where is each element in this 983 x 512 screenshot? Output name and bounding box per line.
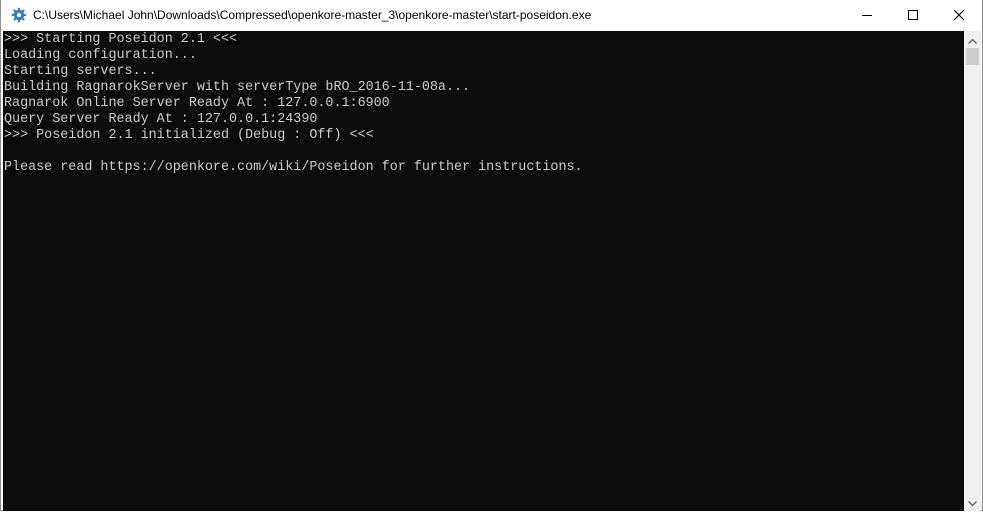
minimize-icon [862, 10, 872, 20]
window-title: C:\Users\Michael John\Downloads\Compress… [33, 8, 592, 22]
console-line: Loading configuration... [4, 48, 197, 63]
scroll-up-button[interactable] [964, 31, 981, 48]
gear-icon[interactable] [11, 7, 27, 23]
console-line: Query Server Ready At : 127.0.0.1:24390 [4, 112, 318, 127]
console-line: >>> Poseidon 2.1 initialized (Debug : Of… [4, 128, 374, 143]
console-line: Ragnarok Online Server Ready At : 127.0.… [4, 96, 390, 111]
close-icon [954, 10, 964, 20]
console-line: >>> Starting Poseidon 2.1 <<< [4, 32, 238, 47]
title-bar[interactable]: C:\Users\Michael John\Downloads\Compress… [1, 0, 982, 30]
console-line: Please read https://openkore.com/wiki/Po… [4, 160, 583, 175]
console-line: Building RagnarokServer with serverType … [4, 80, 471, 95]
console-window: C:\Users\Michael John\Downloads\Compress… [0, 0, 983, 511]
scroll-down-arrow-icon [968, 494, 977, 512]
scroll-thumb[interactable] [966, 48, 979, 65]
scroll-up-arrow-icon [968, 31, 977, 49]
vertical-scrollbar[interactable] [964, 31, 981, 511]
maximize-icon [908, 10, 918, 20]
minimize-button[interactable] [844, 0, 890, 30]
scroll-down-button[interactable] [964, 494, 981, 511]
console-text: >>> Starting Poseidon 2.1 <<< Loading con… [3, 31, 964, 176]
maximize-button[interactable] [890, 0, 936, 30]
console-output[interactable]: >>> Starting Poseidon 2.1 <<< Loading con… [3, 31, 964, 511]
console-line: Starting servers... [4, 64, 157, 79]
close-button[interactable] [936, 0, 982, 30]
